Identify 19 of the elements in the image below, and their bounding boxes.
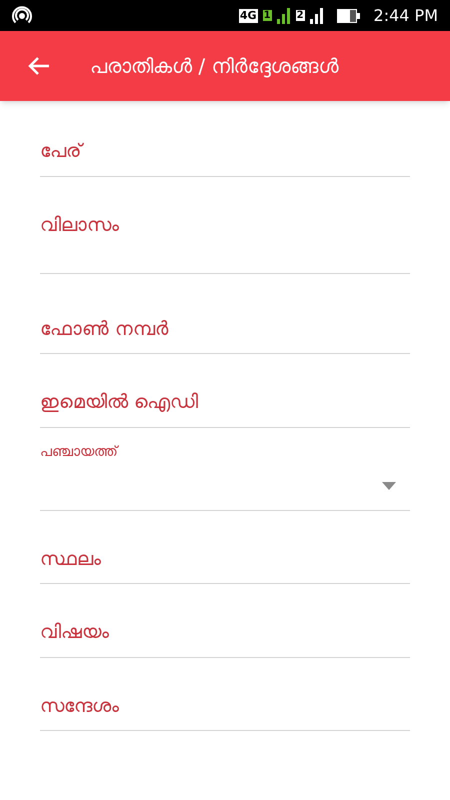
text-field[interactable]: ഫോൺ നമ്പർ (40, 314, 410, 354)
signal-icon (310, 8, 324, 24)
text-field[interactable]: വിഷയം (40, 618, 410, 658)
clock: 2:44 PM (374, 4, 438, 26)
sim-number: 2 (296, 10, 305, 21)
text-field[interactable]: ഇമെയിൽ ഐഡി (40, 388, 410, 428)
hotspot-icon (12, 6, 32, 26)
app-bar-title: പരാതികൾ / നിർദ്ദേശങ്ങൾ (90, 53, 338, 80)
network-type: 4G (238, 8, 258, 22)
text-field[interactable]: പേര് (40, 137, 410, 176)
text-field[interactable]: സ്ഥലം (40, 544, 410, 584)
text-field[interactable]: വിലാസം (40, 210, 410, 274)
caret-icon (382, 482, 396, 490)
battery-icon (336, 8, 361, 22)
signal-icon (276, 8, 291, 24)
dropdown-label: പഞ്ചായത്ത് (40, 442, 120, 462)
back-arrow-icon (28, 56, 50, 76)
text-field[interactable]: സന്ദേശം (40, 692, 410, 731)
sim-number: 1 (262, 10, 272, 21)
